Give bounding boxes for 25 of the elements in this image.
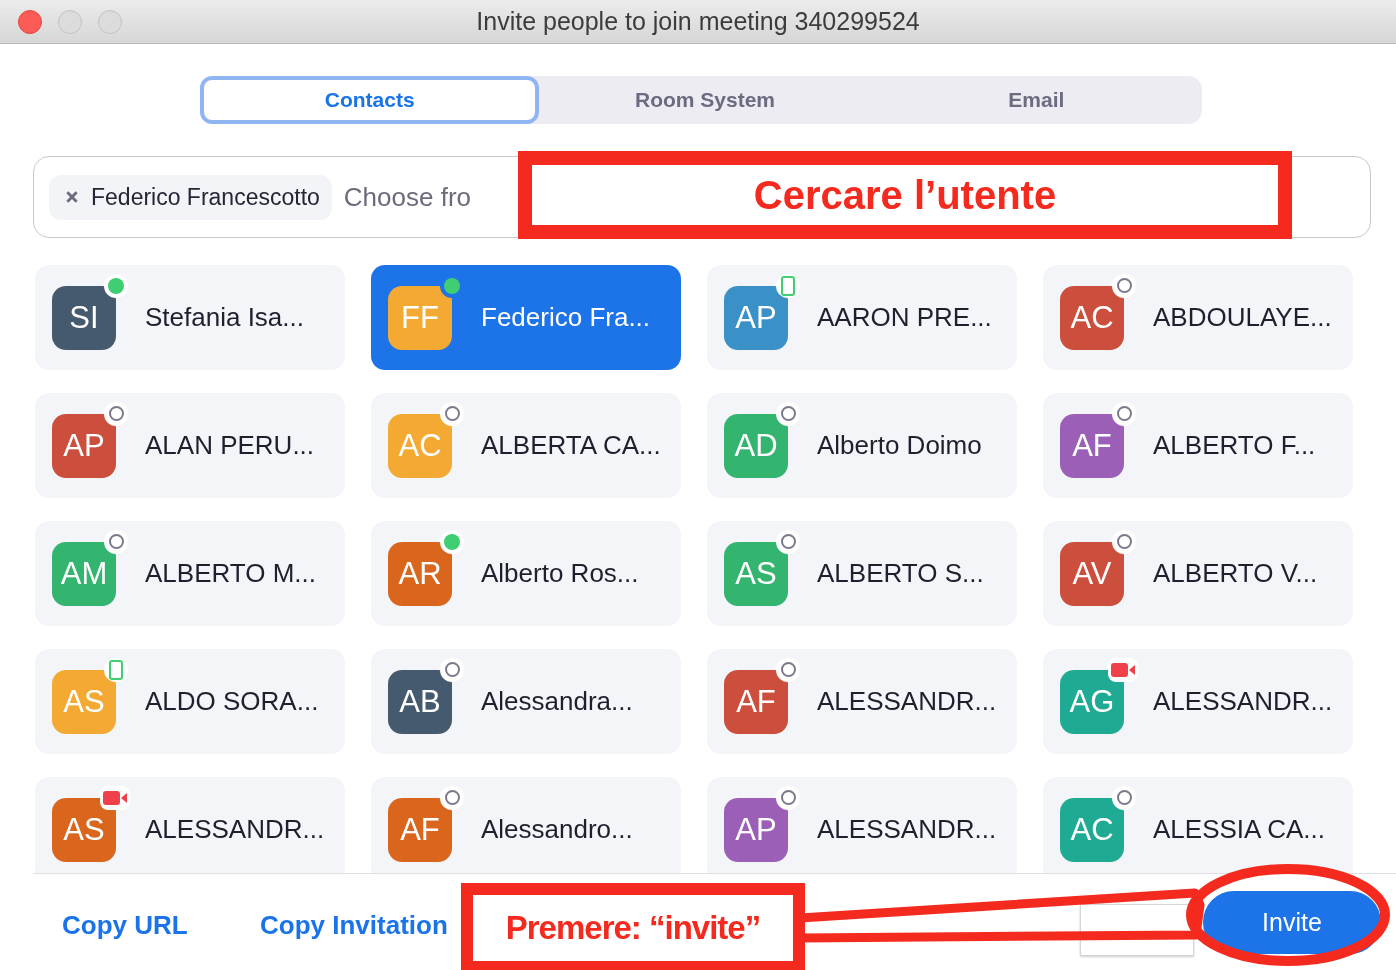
contact-name: ALAN PERU...: [145, 430, 315, 461]
contact-name: ALBERTO S...: [817, 558, 984, 589]
contact-name: ALESSANDR...: [1153, 686, 1333, 717]
contact-name: ALBERTO M...: [145, 558, 316, 589]
contact-name: ALBERTO V...: [1153, 558, 1318, 589]
contact-name: Federico Fra...: [481, 302, 651, 333]
placeholder-text: Choose fro: [343, 181, 471, 213]
contact-name: Alessandro...: [481, 814, 633, 845]
contact-name: Alessandra...: [481, 686, 633, 717]
contact-name: AARON PRE...: [817, 302, 992, 333]
contact-name: ALDO SORA...: [145, 686, 319, 717]
contact-name: ALESSANDR...: [817, 686, 997, 717]
chip-label: Federico Francescotto: [91, 183, 320, 211]
annotation-text: Cercare l’utente: [753, 172, 1057, 218]
contact-name: Stefania Isa...: [145, 302, 304, 333]
contact-name: ALESSANDR...: [817, 814, 997, 845]
window-title: Invite people to join meeting 340299524: [476, 7, 920, 36]
contact-name: ALBERTA CA...: [481, 430, 661, 461]
contact-name: ALESSANDR...: [145, 814, 325, 845]
contact-name: Alberto Doimo: [817, 430, 982, 461]
contact-name: Alberto Ros...: [481, 558, 639, 589]
contact-name: ALBERTO F...: [1153, 430, 1316, 461]
contact-name: ABDOULAYE...: [1153, 302, 1332, 333]
annotation-text: Premere: “invite”: [505, 909, 761, 947]
contact-name: ALESSIA CA...: [1153, 814, 1325, 845]
